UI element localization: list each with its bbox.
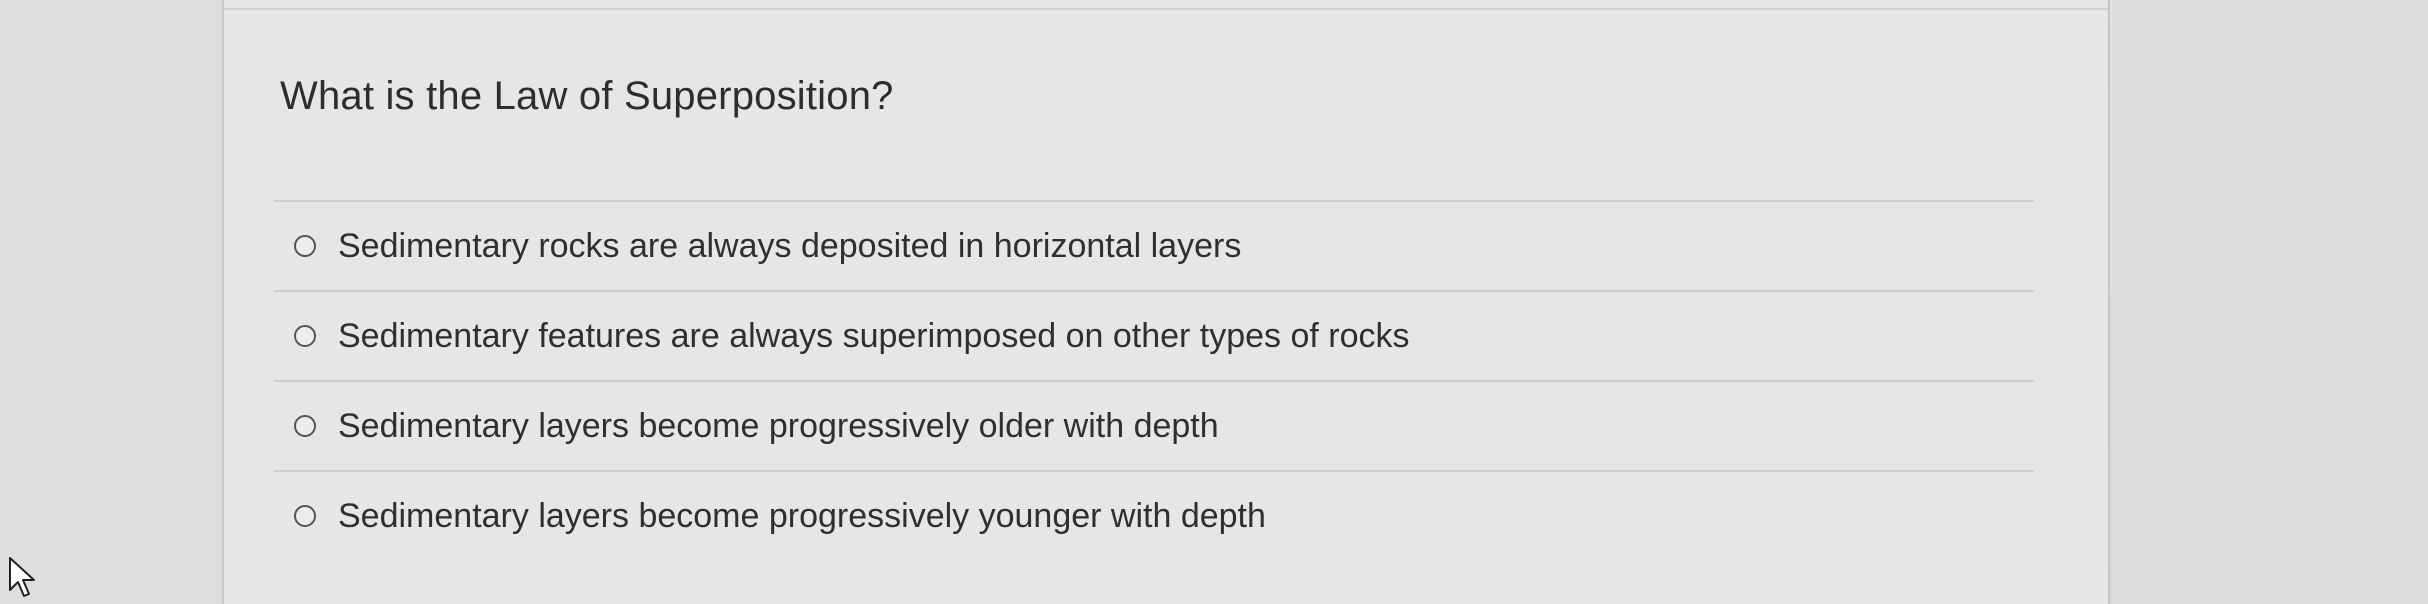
mouse-pointer-icon (9, 557, 35, 597)
question-card: What is the Law of Superposition? Sedime… (222, 0, 2110, 604)
answer-option-2[interactable]: Sedimentary features are always superimp… (274, 292, 2034, 380)
answer-option-1[interactable]: Sedimentary rocks are always deposited i… (274, 202, 2034, 290)
card-top-border (224, 8, 2108, 10)
answer-label[interactable]: Sedimentary layers become progressively … (338, 407, 1219, 446)
quiz-page: What is the Law of Superposition? Sedime… (0, 0, 2428, 604)
answer-option-3[interactable]: Sedimentary layers become progressively … (274, 382, 2034, 470)
radio-unchecked-icon[interactable] (294, 235, 316, 257)
left-gutter (0, 0, 222, 604)
answer-option-4[interactable]: Sedimentary layers become progressively … (274, 472, 2034, 560)
radio-unchecked-icon[interactable] (294, 325, 316, 347)
answer-label[interactable]: Sedimentary features are always superimp… (338, 317, 1410, 356)
radio-unchecked-icon[interactable] (294, 505, 316, 527)
question-text: What is the Law of Superposition? (280, 74, 894, 118)
answer-label[interactable]: Sedimentary layers become progressively … (338, 497, 1266, 536)
radio-unchecked-icon[interactable] (294, 415, 316, 437)
answer-label[interactable]: Sedimentary rocks are always deposited i… (338, 227, 1241, 266)
answer-options: Sedimentary rocks are always deposited i… (274, 200, 2034, 560)
right-gutter (2112, 0, 2428, 604)
